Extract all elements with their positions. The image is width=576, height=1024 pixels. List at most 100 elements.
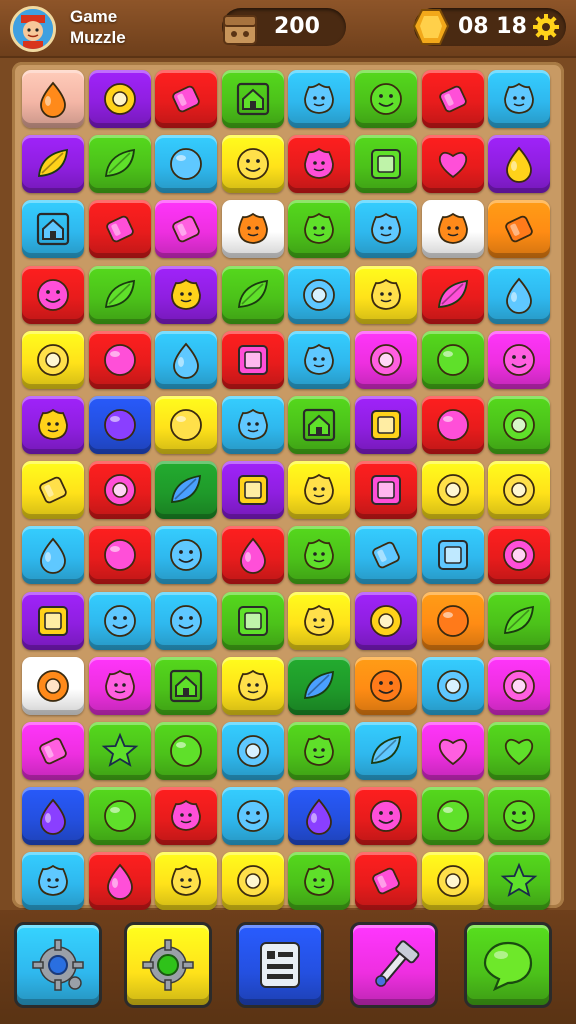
board-tile[interactable]: [488, 526, 551, 585]
board-tile[interactable]: [288, 330, 351, 389]
board-tile[interactable]: [288, 396, 351, 454]
board-tile[interactable]: [488, 722, 551, 780]
board-tile[interactable]: [288, 461, 351, 520]
gear-green-button[interactable]: [124, 922, 212, 1008]
board-tile[interactable]: [421, 656, 484, 715]
board-tile[interactable]: [421, 265, 484, 324]
chat-hint-button[interactable]: [464, 922, 552, 1008]
board-tile[interactable]: [288, 722, 351, 780]
board-tile[interactable]: [155, 135, 218, 194]
board-tile[interactable]: [421, 787, 484, 846]
hammer-tool-button[interactable]: [350, 922, 438, 1008]
board-tile[interactable]: [155, 396, 218, 454]
board-tile[interactable]: [421, 70, 484, 128]
board-tile[interactable]: [221, 591, 284, 650]
board-tile[interactable]: [288, 70, 351, 128]
board-tile[interactable]: [88, 591, 151, 650]
board-tile[interactable]: [221, 265, 284, 324]
board-tile[interactable]: [421, 526, 484, 585]
board-tile[interactable]: [355, 330, 417, 389]
board-tile[interactable]: [355, 591, 417, 650]
settings-gear-icon[interactable]: [532, 13, 560, 41]
board-tile[interactable]: [88, 70, 151, 128]
board-tile[interactable]: [22, 656, 84, 715]
board-tile[interactable]: [88, 722, 151, 780]
board-tile[interactable]: [88, 396, 151, 454]
board-tile[interactable]: [288, 787, 351, 846]
board-tile[interactable]: [488, 461, 551, 520]
board-tile[interactable]: [355, 200, 417, 259]
board-tile[interactable]: [488, 200, 551, 259]
board-tile[interactable]: [288, 526, 351, 585]
board-tile[interactable]: [221, 656, 284, 715]
board-tile[interactable]: [88, 200, 151, 259]
board-tile[interactable]: [155, 591, 218, 650]
board-tile[interactable]: [221, 70, 284, 128]
board-tile[interactable]: [155, 265, 218, 324]
board-tile[interactable]: [22, 396, 84, 454]
board-tile[interactable]: [355, 656, 417, 715]
board-tile[interactable]: [88, 656, 151, 715]
board-tile[interactable]: [421, 396, 484, 454]
board-tile[interactable]: [355, 852, 417, 911]
board-tile[interactable]: [421, 135, 484, 194]
board-tile[interactable]: [355, 722, 417, 780]
board-tile[interactable]: [155, 852, 218, 911]
board-tile[interactable]: [22, 200, 84, 259]
board-tile[interactable]: [22, 787, 84, 846]
board-tile[interactable]: [155, 526, 218, 585]
board-tile[interactable]: [488, 852, 551, 911]
board-tile[interactable]: [355, 396, 417, 454]
board-tile[interactable]: [355, 461, 417, 520]
board-tile[interactable]: [22, 265, 84, 324]
board-tile[interactable]: [288, 591, 351, 650]
board-tile[interactable]: [221, 396, 284, 454]
board-tile[interactable]: [355, 70, 417, 128]
board-tile[interactable]: [221, 787, 284, 846]
board-tile[interactable]: [288, 200, 351, 259]
board-tile[interactable]: [421, 330, 484, 389]
settings-gear-button[interactable]: [14, 922, 102, 1008]
board-tile[interactable]: [488, 787, 551, 846]
board-tile[interactable]: [488, 70, 551, 128]
board-tile[interactable]: [88, 135, 151, 194]
board-tile[interactable]: [88, 265, 151, 324]
board-tile[interactable]: [155, 461, 218, 520]
board-tile[interactable]: [221, 852, 284, 911]
board-tile[interactable]: [355, 787, 417, 846]
board-tile[interactable]: [155, 330, 218, 389]
board-tile[interactable]: [155, 722, 218, 780]
board-tile[interactable]: [88, 526, 151, 585]
board-tile[interactable]: [488, 656, 551, 715]
board-tile[interactable]: [22, 526, 84, 585]
board-tile[interactable]: [22, 591, 84, 650]
board-tile[interactable]: [488, 591, 551, 650]
board-tile[interactable]: [88, 852, 151, 911]
board-tile[interactable]: [355, 135, 417, 194]
board-tile[interactable]: [221, 722, 284, 780]
board-tile[interactable]: [221, 200, 284, 259]
board-tile[interactable]: [155, 200, 218, 259]
board-tile[interactable]: [221, 330, 284, 389]
board-tile[interactable]: [22, 70, 84, 128]
board-tile[interactable]: [421, 591, 484, 650]
board-tile[interactable]: [421, 461, 484, 520]
board-tile[interactable]: [488, 135, 551, 194]
board-tile[interactable]: [488, 396, 551, 454]
board-tile[interactable]: [421, 722, 484, 780]
board-tile[interactable]: [288, 656, 351, 715]
board-tile[interactable]: [88, 330, 151, 389]
menu-list-button[interactable]: [236, 922, 324, 1008]
board-tile[interactable]: [22, 330, 84, 389]
board-tile[interactable]: [22, 461, 84, 520]
board-tile[interactable]: [221, 526, 284, 585]
board-tile[interactable]: [288, 135, 351, 194]
player-avatar[interactable]: [10, 6, 56, 52]
board-tile[interactable]: [288, 265, 351, 324]
board-tile[interactable]: [155, 656, 218, 715]
board-tile[interactable]: [488, 330, 551, 389]
board-tile[interactable]: [355, 526, 417, 585]
board-tile[interactable]: [488, 265, 551, 324]
board-tile[interactable]: [421, 200, 484, 259]
board-tile[interactable]: [355, 265, 417, 324]
